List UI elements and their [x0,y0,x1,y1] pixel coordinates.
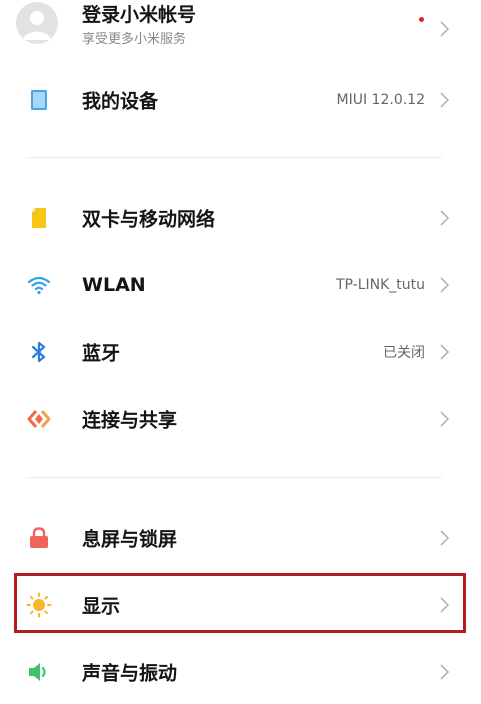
section-divider [26,157,442,158]
wlan-row[interactable]: WLAN TP-LINK_tutu [0,255,481,315]
account-row[interactable]: 登录小米帐号 享受更多小米服务 [0,0,481,50]
section-divider [26,477,442,478]
bluetooth-icon [26,339,52,365]
chevron-right-icon [440,664,450,680]
bluetooth-value: 已关闭 [383,345,425,361]
chevron-right-icon [440,344,450,360]
my-device-value: MIUI 12.0.12 [336,92,425,108]
bluetooth-row[interactable]: 蓝牙 已关闭 [0,322,481,382]
lock-screen-label: 息屏与锁屏 [82,528,178,551]
speaker-icon [26,659,52,685]
share-icon [26,406,52,432]
chevron-right-icon [440,530,450,546]
sim-card-icon [26,205,52,231]
my-device-label: 我的设备 [82,90,159,113]
notification-dot [419,17,424,22]
avatar-icon [16,2,58,44]
connection-sharing-row[interactable]: 连接与共享 [0,389,481,449]
connection-sharing-label: 连接与共享 [82,409,178,432]
wlan-value: TP-LINK_tutu [335,277,425,293]
my-device-row[interactable]: 我的设备 MIUI 12.0.12 [0,70,481,130]
lock-icon [26,525,52,551]
chevron-right-icon [440,411,450,427]
wlan-label: WLAN [82,274,146,296]
chevron-right-icon [440,21,450,37]
dual-sim-row[interactable]: 双卡与移动网络 [0,188,481,248]
phone-icon [26,87,52,113]
chevron-right-icon [440,277,450,293]
account-subtitle: 享受更多小米服务 [82,32,187,47]
chevron-right-icon [440,210,450,226]
sound-vibration-label: 声音与振动 [82,662,178,685]
lock-screen-row[interactable]: 息屏与锁屏 [0,508,481,568]
chevron-right-icon [440,92,450,108]
sound-vibration-row[interactable]: 声音与振动 [0,642,481,702]
dual-sim-label: 双卡与移动网络 [82,208,216,231]
highlight-box [14,573,466,633]
account-title: 登录小米帐号 [82,4,197,26]
wifi-icon [26,272,52,298]
bluetooth-label: 蓝牙 [82,342,121,365]
